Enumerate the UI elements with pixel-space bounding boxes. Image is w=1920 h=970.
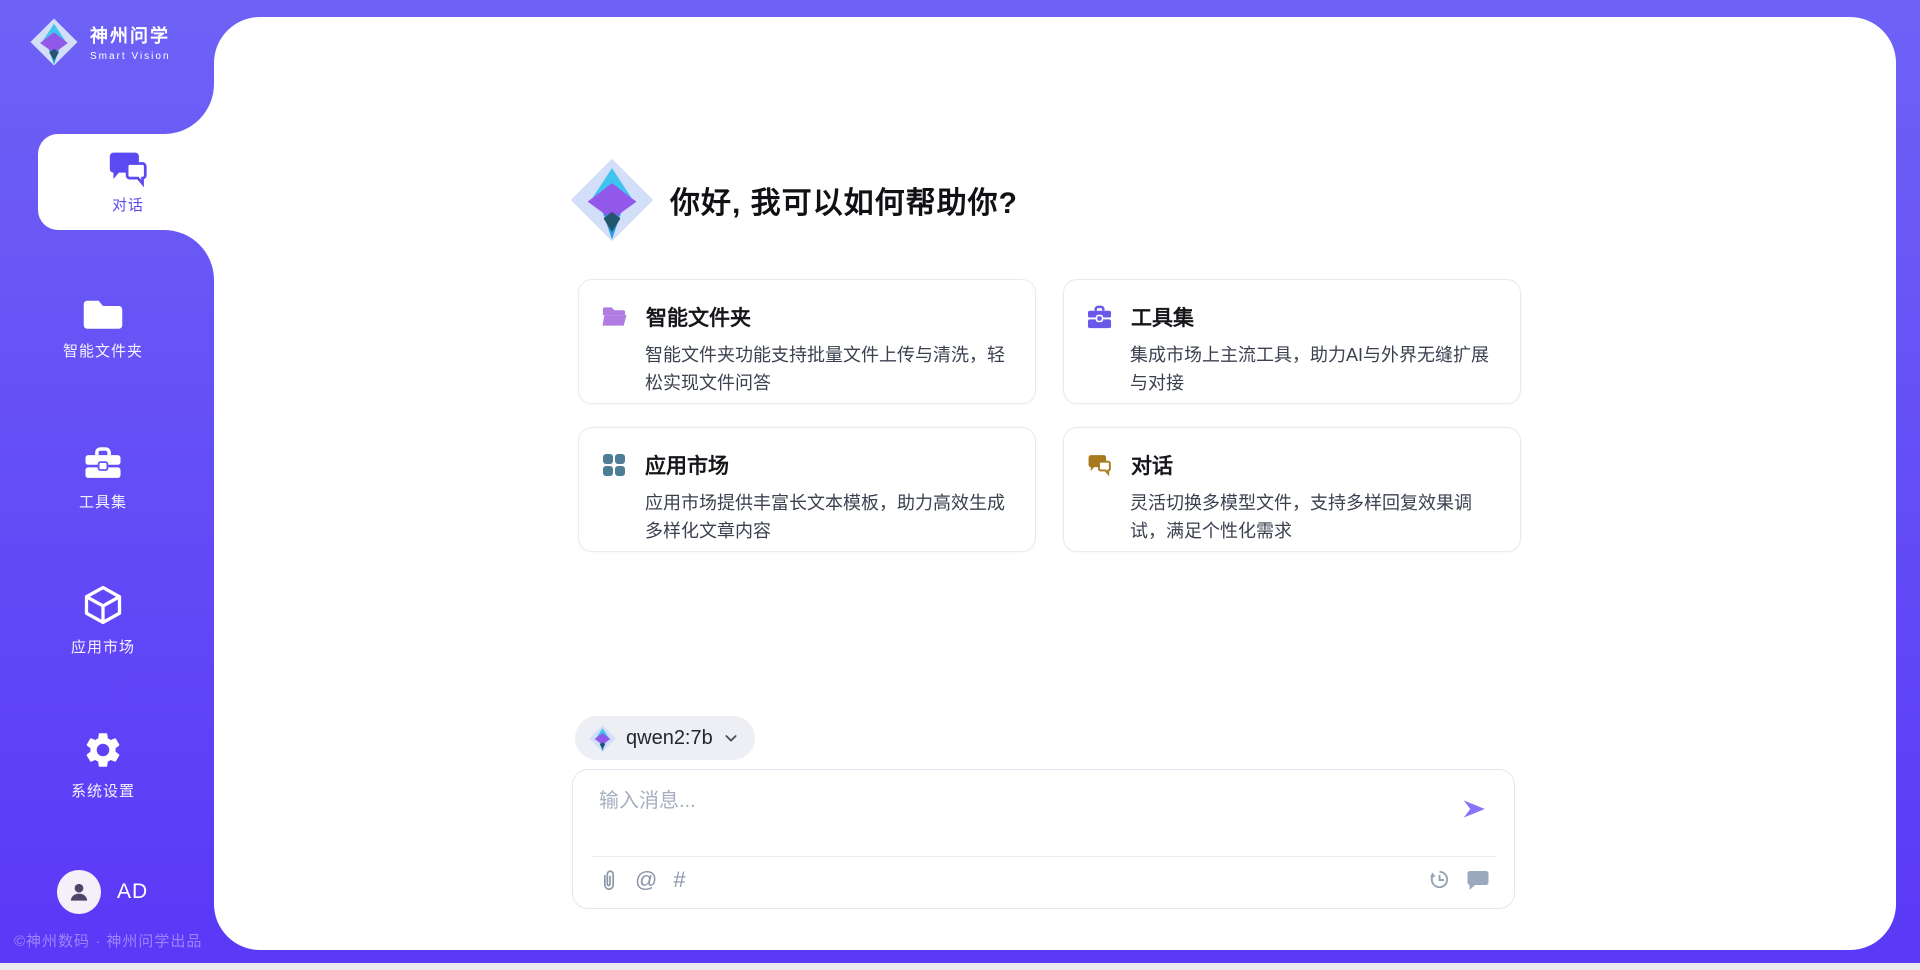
card-chat[interactable]: 对话 灵活切换多模型文件，支持多样回复效果调试，满足个性化需求 [1063,427,1521,552]
avatar [57,870,101,914]
hashtag-icon[interactable]: # [673,868,685,892]
card-title: 对话 [1131,450,1173,480]
sidebar-item-label: 智能文件夹 [63,340,143,361]
chat-bubble-icon[interactable] [1466,869,1490,891]
card-toolset[interactable]: 工具集 集成市场上主流工具，助力AI与外界无缝扩展与对接 [1063,279,1521,404]
message-composer: @ # [572,769,1515,909]
sidebar-item-toolset[interactable]: 工具集 [38,444,168,512]
send-icon[interactable] [1460,796,1488,822]
greeting: 你好, 我可以如何帮助你? [570,158,1018,242]
tab-curve-bottom [164,230,214,280]
card-description: 智能文件夹功能支持批量文件上传与清洗，轻松实现文件问答 [645,341,1009,397]
card-smart-folder[interactable]: 智能文件夹 智能文件夹功能支持批量文件上传与清洗，轻松实现文件问答 [578,279,1036,404]
card-title: 工具集 [1131,302,1194,332]
composer-divider [591,856,1496,857]
sidebar-item-settings[interactable]: 系统设置 [38,729,168,801]
brand-name: 神州问学 [90,22,171,48]
card-title: 智能文件夹 [646,302,751,332]
model-selector[interactable]: qwen2:7b [575,716,755,760]
folder-icon [82,295,124,331]
sidebar: 神州问学 Smart Vision 对话 智能文件夹 [0,0,214,963]
model-gem-icon [589,725,616,752]
briefcase-icon [1086,305,1113,330]
copyright-text: ©神州数码 · 神州问学出品 [14,930,214,951]
brand-logo: 神州问学 Smart Vision [30,18,171,66]
sidebar-item-smart-folder[interactable]: 智能文件夹 [38,295,168,361]
card-description: 应用市场提供丰富长文本模板，助力高效生成多样化文章内容 [645,489,1009,545]
app-window: 神州问学 Smart Vision 对话 智能文件夹 [0,0,1920,970]
card-app-market[interactable]: 应用市场 应用市场提供丰富长文本模板，助力高效生成多样化文章内容 [578,427,1036,552]
chat-icon [1086,453,1113,477]
history-icon[interactable] [1428,868,1451,891]
brand-subtitle: Smart Vision [90,51,171,62]
sidebar-item-chat[interactable]: 对话 [38,134,218,230]
message-input[interactable] [599,784,1429,846]
chat-icon [106,149,150,189]
sidebar-item-label: 对话 [112,194,144,215]
card-description: 灵活切换多模型文件，支持多样回复效果调试，满足个性化需求 [1130,489,1494,545]
sidebar-item-label: 应用市场 [71,636,135,657]
tab-curve-top [164,84,214,134]
gear-icon [82,729,124,771]
brand-gem-icon [30,18,78,66]
sidebar-item-label: 工具集 [79,491,127,512]
paperclip-icon[interactable] [599,868,619,892]
cube-icon [81,583,125,627]
bottom-strip [0,963,1920,970]
model-name: qwen2:7b [626,727,713,750]
chevron-down-icon [723,730,739,746]
person-icon [66,879,92,905]
feature-cards: 智能文件夹 智能文件夹功能支持批量文件上传与清洗，轻松实现文件问答 工具集 集成… [578,279,1521,552]
folder-open-icon [601,305,628,329]
sidebar-item-label: 系统设置 [71,780,135,801]
grid-cube-icon [601,452,627,478]
greeting-title: 你好, 我可以如何帮助你? [670,178,1018,222]
mention-icon[interactable]: @ [635,868,657,892]
card-description: 集成市场上主流工具，助力AI与外界无缝扩展与对接 [1130,341,1494,397]
assistant-gem-icon [570,158,654,242]
sidebar-item-app-market[interactable]: 应用市场 [38,583,168,657]
card-title: 应用市场 [645,450,729,480]
toolbox-icon [82,444,124,482]
user-initials: AD [117,880,148,904]
user-profile[interactable]: AD [57,870,148,914]
